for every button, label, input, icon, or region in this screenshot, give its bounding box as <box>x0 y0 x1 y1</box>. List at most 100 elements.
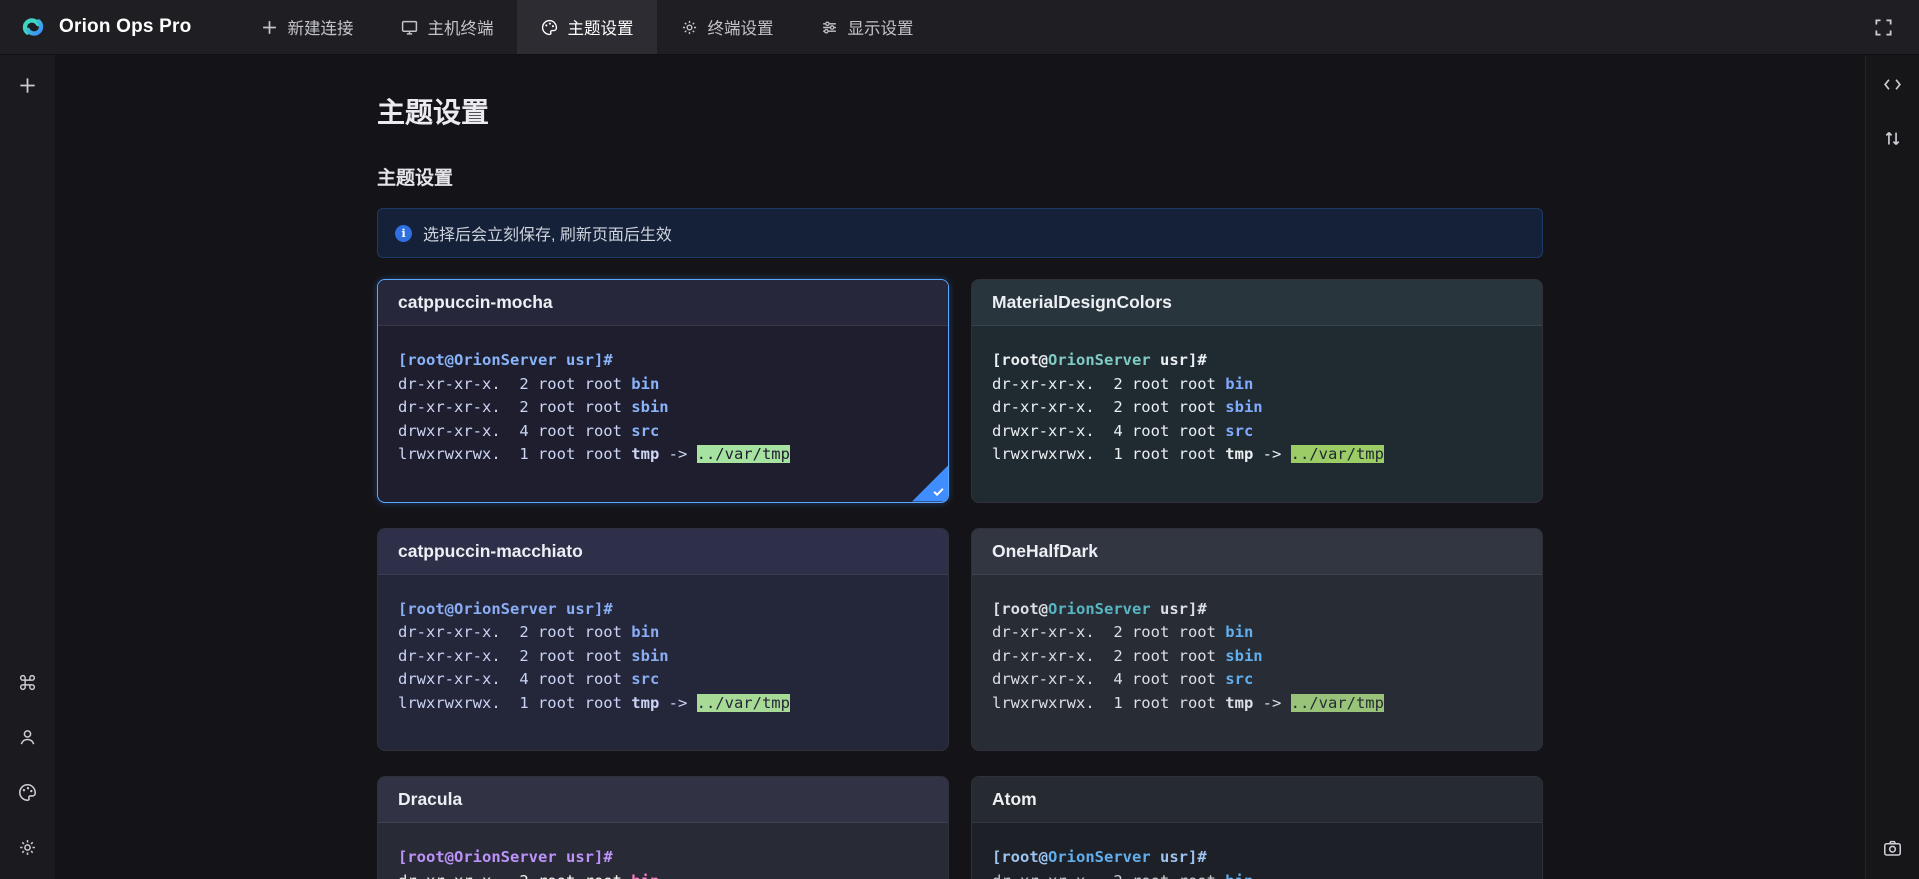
code-icon[interactable] <box>1876 67 1910 101</box>
theme-card-onehalfdark[interactable]: OneHalfDark [root@OrionServer usr]# dr-x… <box>971 528 1543 752</box>
theme-card-materialdesigncolors[interactable]: MaterialDesignColors [root@OrionServer u… <box>971 279 1543 503</box>
theme-grid: catppuccin-mocha [root@OrionServer usr]#… <box>377 279 1543 879</box>
symlink-target: ../var/tmp <box>1291 694 1384 712</box>
dir-name: sbin <box>1225 398 1262 416</box>
left-rail <box>0 55 55 879</box>
prompt-text: [root@ <box>992 848 1048 866</box>
terminal-preview: [root@OrionServer usr]# dr-xr-xr-x. 2 ro… <box>378 326 948 502</box>
nav-item-label: 显示设置 <box>847 15 913 39</box>
prompt-text: [root@ <box>992 600 1048 618</box>
file-entry: dr-xr-xr-x. 2 root root <box>992 398 1225 416</box>
theme-card-atom[interactable]: Atom [root@OrionServer usr]# dr-xr-xr-x.… <box>971 776 1543 879</box>
right-rail <box>1865 55 1919 879</box>
nav-item-host-terminal[interactable]: 主机终端 <box>377 0 517 54</box>
file-entry: drwxr-xr-x. 4 root root <box>992 670 1225 688</box>
dir-name: bin <box>1225 623 1253 641</box>
nav-item-display-settings[interactable]: 显示设置 <box>797 0 937 54</box>
info-alert: i 选择后会立刻保存, 刷新页面后生效 <box>377 208 1543 258</box>
symlink-name: tmp <box>631 445 659 463</box>
main-area: 主题设置 主题设置 i 选择后会立刻保存, 刷新页面后生效 catppuccin… <box>55 55 1865 879</box>
sliders-icon <box>821 19 838 36</box>
user-icon[interactable] <box>11 720 45 754</box>
plus-icon <box>261 19 278 36</box>
file-entry: dr-xr-xr-x. 2 root root <box>398 375 631 393</box>
dir-name: bin <box>631 623 659 641</box>
file-entry: lrwxrwxrwx. 1 root root <box>992 694 1225 712</box>
symlink-target: ../var/tmp <box>1291 445 1384 463</box>
dir-name: src <box>1225 670 1253 688</box>
dir-name: sbin <box>631 398 668 416</box>
dir-name: sbin <box>1225 647 1262 665</box>
file-entry: lrwxrwxrwx. 1 root root <box>398 445 631 463</box>
dir-name: src <box>631 422 659 440</box>
topbar: Orion Ops Pro 新建连接 主机终端 主题设置 终端设置 显示设置 <box>0 0 1919 55</box>
nav-item-terminal-settings[interactable]: 终端设置 <box>657 0 797 54</box>
terminal-preview: [root@OrionServer usr]# dr-xr-xr-x. 2 ro… <box>972 823 1542 879</box>
symlink-name: tmp <box>631 694 659 712</box>
brand: Orion Ops Pro <box>0 12 209 42</box>
file-entry: drwxr-xr-x. 4 root root <box>398 670 631 688</box>
file-entry: drwxr-xr-x. 4 root root <box>992 422 1225 440</box>
check-icon <box>932 485 945 498</box>
prompt-host: OrionServer <box>454 351 557 369</box>
prompt-host: OrionServer <box>1048 848 1151 866</box>
nav-item-theme-settings[interactable]: 主题设置 <box>517 0 657 54</box>
orion-logo-icon <box>18 12 48 42</box>
terminal-preview: [root@OrionServer usr]# dr-xr-xr-x. 2 ro… <box>972 326 1542 502</box>
camera-icon[interactable] <box>1876 831 1910 865</box>
app-title: Orion Ops Pro <box>59 16 191 38</box>
file-entry: drwxr-xr-x. 4 root root <box>398 422 631 440</box>
theme-card-title: MaterialDesignColors <box>972 280 1542 326</box>
prompt-text: [root@ <box>992 351 1048 369</box>
theme-card-title: catppuccin-mocha <box>378 280 948 326</box>
section-title: 主题设置 <box>377 163 1543 190</box>
prompt-text: usr]# <box>1151 600 1207 618</box>
nav-item-label: 终端设置 <box>707 15 773 39</box>
palette-icon <box>541 19 558 36</box>
settings-gear-icon[interactable] <box>11 830 45 864</box>
arrow-text: -> <box>1253 445 1290 463</box>
theme-palette-icon[interactable] <box>11 775 45 809</box>
command-icon[interactable] <box>11 665 45 699</box>
terminal-preview: [root@OrionServer usr]# dr-xr-xr-x. 2 ro… <box>378 823 948 879</box>
theme-card-title: catppuccin-macchiato <box>378 529 948 575</box>
theme-card-catppuccin-mocha[interactable]: catppuccin-mocha [root@OrionServer usr]#… <box>377 279 949 503</box>
dir-name: src <box>1225 422 1253 440</box>
fullscreen-icon[interactable] <box>1866 10 1900 44</box>
dir-name: bin <box>1225 872 1253 879</box>
file-entry: dr-xr-xr-x. 2 root root <box>398 647 631 665</box>
prompt-text: [root@ <box>398 351 454 369</box>
terminal-preview: [root@OrionServer usr]# dr-xr-xr-x. 2 ro… <box>378 575 948 751</box>
prompt-host: OrionServer <box>454 848 557 866</box>
nav-item-label: 新建连接 <box>287 15 353 39</box>
file-entry: dr-xr-xr-x. 2 root root <box>992 375 1225 393</box>
prompt-text: [root@ <box>398 600 454 618</box>
prompt-host: OrionServer <box>1048 600 1151 618</box>
dir-name: bin <box>1225 375 1253 393</box>
dir-name: src <box>631 670 659 688</box>
add-icon[interactable] <box>11 68 45 102</box>
theme-card-title: Dracula <box>378 777 948 823</box>
info-icon: i <box>395 225 412 242</box>
file-entry: dr-xr-xr-x. 2 root root <box>398 398 631 416</box>
prompt-text: usr]# <box>557 351 613 369</box>
nav-item-label: 主机终端 <box>427 15 493 39</box>
arrow-text: -> <box>1253 694 1290 712</box>
theme-card-catppuccin-macchiato[interactable]: catppuccin-macchiato [root@OrionServer u… <box>377 528 949 752</box>
theme-card-dracula[interactable]: Dracula [root@OrionServer usr]# dr-xr-xr… <box>377 776 949 879</box>
monitor-icon <box>401 19 418 36</box>
file-entry: dr-xr-xr-x. 2 root root <box>992 647 1225 665</box>
file-entry: lrwxrwxrwx. 1 root root <box>992 445 1225 463</box>
page-title: 主题设置 <box>377 91 1543 131</box>
theme-card-title: OneHalfDark <box>972 529 1542 575</box>
top-nav: 新建连接 主机终端 主题设置 终端设置 显示设置 <box>237 0 937 54</box>
nav-item-new-connection[interactable]: 新建连接 <box>237 0 377 54</box>
prompt-host: OrionServer <box>454 600 557 618</box>
file-entry: dr-xr-xr-x. 2 root root <box>992 623 1225 641</box>
file-entry: dr-xr-xr-x. 2 root root <box>398 623 631 641</box>
prompt-text: usr]# <box>557 600 613 618</box>
gear-icon <box>681 19 698 36</box>
prompt-host: OrionServer <box>1048 351 1151 369</box>
symlink-name: tmp <box>1225 694 1253 712</box>
sort-icon[interactable] <box>1876 121 1910 155</box>
